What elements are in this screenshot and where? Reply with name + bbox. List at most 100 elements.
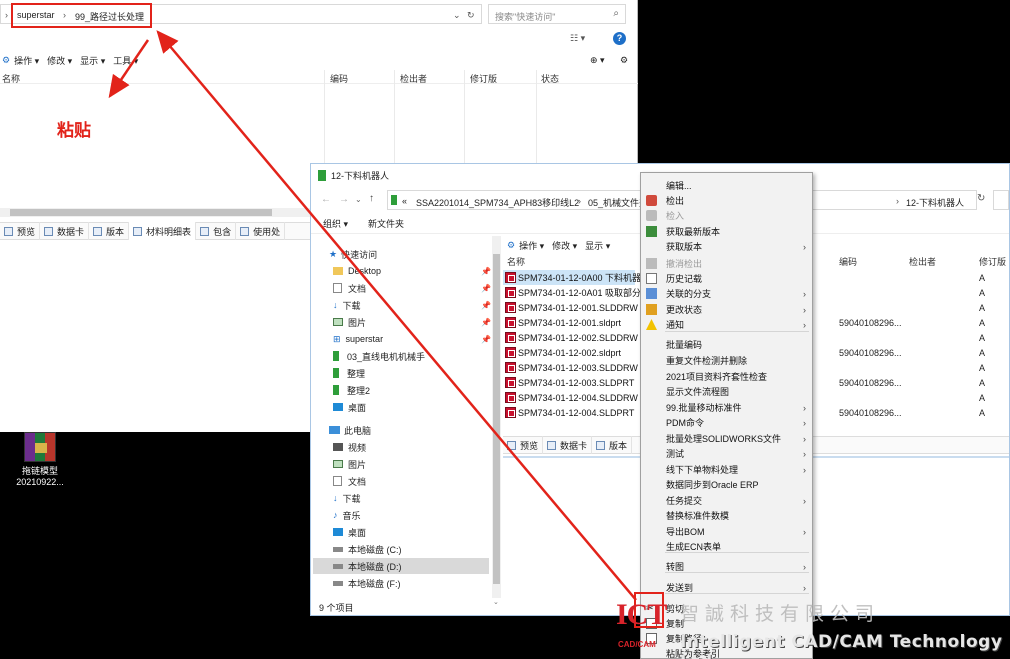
forward-arrow-icon[interactable]: → <box>339 194 349 205</box>
zoom-icon[interactable]: ⊕ ▾ <box>590 55 605 66</box>
menu-item[interactable]: 替换标准件数模 <box>641 508 812 523</box>
tree-pc-drive-c[interactable]: 本地磁盘 (C:) <box>333 541 402 557</box>
tree-scrollbar[interactable] <box>492 236 501 598</box>
menu-item[interactable]: 更改状态 › <box>641 302 812 317</box>
pin-icon[interactable]: 📌 <box>481 335 491 344</box>
tree-item-pictures[interactable]: 图片 <box>333 314 366 330</box>
address-overflow[interactable]: « <box>402 196 407 206</box>
dropdown-icon[interactable]: ⌄ <box>453 10 461 21</box>
menu-item[interactable]: 通知 › <box>641 317 812 332</box>
tree-quick-access[interactable]: ★ 快速访问 <box>329 246 377 262</box>
menu-item[interactable]: 重复文件检测并删除 <box>641 353 812 368</box>
tree-pc-pictures[interactable]: 图片 <box>333 456 366 472</box>
back-arrow-icon[interactable]: ← <box>321 194 331 205</box>
desktop-icon <box>333 403 343 411</box>
organize-button[interactable]: 组织 ▾ <box>323 217 348 230</box>
breadcrumb-project[interactable]: SSA2201014_SPM734_APH83移印线L2 <box>416 196 579 209</box>
pin-icon[interactable]: 📌 <box>481 318 491 327</box>
menu-item[interactable]: 获取版本 › <box>641 239 812 254</box>
table-row[interactable]: SPM734-01-12-0A00 下料机器 A <box>503 270 985 285</box>
pin-icon[interactable]: 📌 <box>481 284 491 293</box>
col-name[interactable]: 名称 <box>507 255 525 268</box>
tree-item-downloads[interactable]: ↓ 下载 <box>333 297 361 313</box>
tree-pc-drive-d[interactable]: 本地磁盘 (D:) <box>313 558 489 574</box>
tab-datacard[interactable]: 数据卡 <box>543 436 593 454</box>
menu-item[interactable]: 99.批量移动标准件 › <box>641 400 812 415</box>
toolbar-tools[interactable]: 工具 ▾ <box>113 54 138 67</box>
menu-item[interactable]: 批量处理SOLIDWORKS文件 › <box>641 431 812 446</box>
menu-item-label: 关联的分支 <box>666 289 712 299</box>
view-options-icon[interactable]: ☷ ▾ <box>570 33 585 44</box>
menu-item[interactable]: 检出 <box>641 193 812 208</box>
tree-item-organize[interactable]: 整理 <box>333 365 365 381</box>
menu-item[interactable]: 任务提交 › <box>641 493 812 508</box>
tab-contains[interactable]: 包含 <box>196 222 237 240</box>
col-state[interactable]: 状态 <box>541 72 559 85</box>
tab-bom[interactable]: 材料明细表 <box>129 222 197 240</box>
toolbar-operations[interactable]: 操作 ▾ <box>519 239 544 252</box>
tab-preview[interactable]: 预览 <box>0 222 41 240</box>
refresh-icon[interactable]: ↻ <box>467 10 475 21</box>
file-code: 59040108296... <box>839 347 902 358</box>
tree-pc-desktop[interactable]: 桌面 <box>333 524 366 540</box>
menu-item[interactable]: 批量编码 <box>641 337 812 352</box>
tree-item-linear-motor[interactable]: 03_直线电机机械手 <box>333 348 425 364</box>
menu-item[interactable]: 显示文件流程图 <box>641 384 812 399</box>
new-folder-button[interactable]: 新文件夹 <box>368 217 404 230</box>
toolbar-display[interactable]: 显示 ▾ <box>80 54 105 67</box>
notify-icon <box>646 319 657 330</box>
search-icon[interactable]: ⌕ <box>613 8 619 19</box>
settings-icon[interactable]: ⚙ <box>620 55 628 66</box>
col-name[interactable]: 名称 <box>2 72 20 85</box>
tree-this-pc[interactable]: 此电脑 <box>329 422 371 438</box>
tab-version[interactable]: 版本 <box>89 222 130 240</box>
menu-item[interactable]: 导出BOM › <box>641 524 812 539</box>
tree-pc-drive-f[interactable]: 本地磁盘 (F:) <box>333 575 401 591</box>
toolbar-operations[interactable]: 操作 ▾ <box>14 54 39 67</box>
menu-item[interactable]: 关联的分支 › <box>641 286 812 301</box>
toolbar-modify[interactable]: 修改 ▾ <box>47 54 72 67</box>
desktop-icon-rar[interactable]: 拖链模型 20210922... <box>12 432 68 487</box>
col-code[interactable]: 编码 <box>330 72 348 85</box>
pin-icon[interactable]: 📌 <box>481 267 491 276</box>
menu-item[interactable]: 历史记载 <box>641 271 812 286</box>
tab-preview[interactable]: 预览 <box>503 436 544 454</box>
col-revision[interactable]: 修订版 <box>470 72 497 85</box>
tree-pc-downloads[interactable]: ↓ 下载 <box>333 490 361 506</box>
back-horizontal-scrollbar[interactable] <box>0 208 310 217</box>
tree-item-desktop-cn[interactable]: 桌面 <box>333 399 366 415</box>
file-revision: A <box>979 407 986 418</box>
help-icon[interactable]: ? <box>613 32 626 45</box>
menu-item[interactable]: PDM命令 › <box>641 415 812 430</box>
up-arrow-icon[interactable]: ↑ <box>369 193 374 204</box>
tree-item-superstar[interactable]: ⊞ superstar <box>333 331 383 347</box>
tab-where-used[interactable]: 使用处 <box>236 222 286 240</box>
col-checked-out-by[interactable]: 检出者 <box>400 72 427 85</box>
tree-pc-videos[interactable]: 视频 <box>333 439 366 455</box>
tree-pc-documents[interactable]: 文档 <box>333 473 366 489</box>
scroll-down-icon[interactable]: ⌄ <box>493 598 501 606</box>
tree-pc-music[interactable]: ♪ 音乐 <box>333 507 361 523</box>
breadcrumb-current[interactable]: 12-下料机器人 <box>906 196 964 209</box>
col-checked-out-by[interactable]: 检出者 <box>909 255 936 268</box>
toolbar-display[interactable]: 显示 ▾ <box>585 239 610 252</box>
recent-dropdown-icon[interactable]: ⌄ <box>355 195 362 204</box>
tree-item-organize2[interactable]: 整理2 <box>333 382 370 398</box>
tab-version[interactable]: 版本 <box>592 436 633 454</box>
menu-item[interactable]: 编辑... <box>641 178 812 193</box>
tree-item-documents[interactable]: 文档 <box>333 280 366 296</box>
menu-item[interactable]: 测试 › <box>641 446 812 461</box>
toolbar-modify[interactable]: 修改 ▾ <box>552 239 577 252</box>
menu-item[interactable]: 数据同步到Oracle ERP <box>641 477 812 492</box>
refresh-icon[interactable]: ↻ <box>977 193 985 204</box>
menu-item[interactable]: 线下下单物料处理 › <box>641 462 812 477</box>
menu-item[interactable]: 2021项目资料齐套性检查 <box>641 369 812 384</box>
col-revision[interactable]: 修订版 <box>979 255 1006 268</box>
tab-datacard[interactable]: 数据卡 <box>40 222 90 240</box>
tree-item-desktop[interactable]: Desktop <box>333 263 381 279</box>
back-search-box[interactable]: 搜索"快速访问" ⌕ <box>488 4 626 24</box>
pin-icon[interactable]: 📌 <box>481 301 491 310</box>
col-code[interactable]: 编码 <box>839 255 857 268</box>
front-search-box[interactable] <box>993 190 1009 210</box>
menu-item[interactable]: 获取最新版本 <box>641 224 812 239</box>
